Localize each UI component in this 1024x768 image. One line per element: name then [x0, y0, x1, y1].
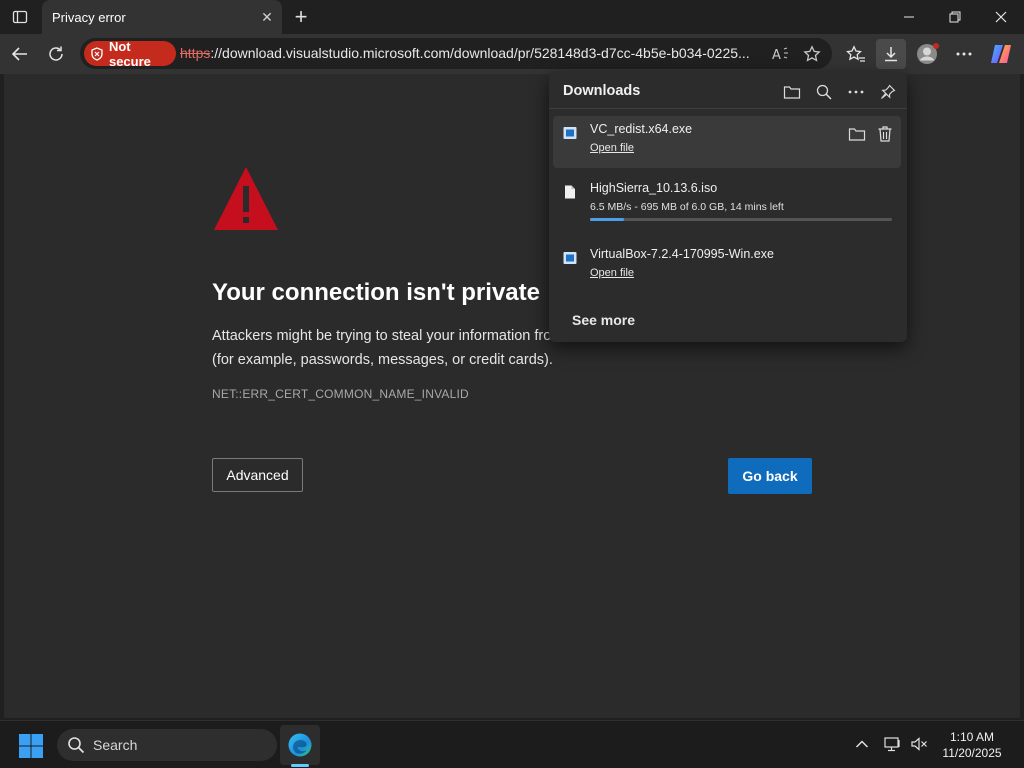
- address-bar[interactable]: Not secure https://download.visualstudio…: [80, 38, 832, 69]
- active-app-indicator: [291, 764, 309, 767]
- exe-file-icon: [563, 252, 577, 264]
- tab-privacy-error[interactable]: Privacy error ✕: [42, 0, 282, 34]
- error-code[interactable]: NET::ERR_CERT_COMMON_NAME_INVALID: [212, 387, 469, 401]
- open-file-link[interactable]: Open file: [590, 142, 634, 154]
- title-bar: Privacy error ✕ +: [0, 0, 1024, 34]
- warning-triangle-icon: [212, 164, 280, 237]
- page-title: Your connection isn't private: [212, 279, 540, 306]
- go-back-button[interactable]: Go back: [728, 458, 812, 494]
- new-tab-icon[interactable]: +: [288, 4, 314, 30]
- search-downloads-icon[interactable]: [812, 80, 836, 104]
- downloads-divider: [549, 108, 907, 109]
- refresh-icon[interactable]: [41, 39, 71, 69]
- copilot-icon[interactable]: [986, 39, 1016, 69]
- url-text[interactable]: https://download.visualstudio.microsoft.…: [180, 45, 764, 61]
- favorites-icon[interactable]: [841, 39, 871, 69]
- download-file-name: HighSierra_10.13.6.iso: [590, 181, 718, 195]
- download-file-name: VirtualBox-7.2.4-170995-Win.exe: [590, 247, 774, 261]
- downloads-flyout: Downloads VC_redist.x64.exe Open file Hi…: [549, 72, 907, 342]
- shield-warning-icon: [91, 46, 103, 61]
- url-rest: ://download.visualstudio.microsoft.com/d…: [210, 45, 750, 61]
- error-description-line-2: (for example, passwords, messages, or cr…: [212, 352, 553, 368]
- tab-actions-icon[interactable]: [6, 6, 34, 28]
- favorite-star-icon[interactable]: [799, 41, 825, 67]
- download-item-highsierra[interactable]: HighSierra_10.13.6.iso 6.5 MB/s - 695 MB…: [553, 175, 901, 227]
- system-clock[interactable]: 1:10 AM 11/20/2025: [940, 729, 1004, 761]
- exe-file-icon: [563, 127, 577, 139]
- browser-toolbar: Not secure https://download.visualstudio…: [0, 34, 1024, 74]
- windows-start-icon[interactable]: [18, 733, 44, 759]
- download-progress-status: 6.5 MB/s - 695 MB of 6.0 GB, 14 mins lef…: [590, 201, 784, 213]
- edge-taskbar-icon[interactable]: [280, 725, 320, 765]
- not-secure-label: Not secure: [108, 38, 151, 69]
- download-item-vc-redist[interactable]: VC_redist.x64.exe Open file: [553, 116, 901, 168]
- restore-icon[interactable]: [932, 0, 978, 34]
- tab-title: Privacy error: [52, 9, 126, 25]
- url-scheme: https: [180, 45, 211, 61]
- close-window-icon[interactable]: [978, 0, 1024, 34]
- file-icon: [565, 185, 575, 199]
- volume-muted-icon[interactable]: [908, 733, 930, 755]
- download-file-name: VC_redist.x64.exe: [590, 122, 693, 136]
- show-in-folder-icon[interactable]: [845, 122, 869, 146]
- minimize-icon[interactable]: [886, 0, 932, 34]
- profile-avatar-icon[interactable]: [913, 39, 943, 69]
- open-downloads-folder-icon[interactable]: [780, 80, 804, 104]
- taskbar-search[interactable]: Search: [57, 729, 277, 761]
- download-item-virtualbox[interactable]: VirtualBox-7.2.4-170995-Win.exe Open fil…: [553, 241, 901, 293]
- back-arrow-icon[interactable]: [5, 39, 35, 69]
- chevron-up-icon[interactable]: [851, 733, 873, 755]
- download-progress-bar: [590, 218, 892, 221]
- search-icon: [68, 737, 85, 754]
- read-aloud-icon[interactable]: A: [768, 41, 794, 67]
- download-progress-fill: [590, 218, 625, 221]
- not-secure-badge[interactable]: Not secure: [84, 38, 176, 69]
- clock-time: 1:10 AM: [949, 730, 995, 744]
- search-label: Search: [93, 737, 138, 753]
- delete-download-icon[interactable]: [873, 122, 897, 146]
- advanced-button[interactable]: Advanced: [212, 458, 303, 492]
- taskbar: Search 1:10 AM 11/20/2025: [0, 720, 1024, 768]
- open-file-link[interactable]: Open file: [590, 267, 634, 279]
- network-icon[interactable]: [882, 733, 904, 755]
- pin-downloads-icon[interactable]: [876, 80, 900, 104]
- clock-date: 11/20/2025: [942, 746, 1002, 760]
- more-menu-icon[interactable]: [949, 39, 979, 69]
- downloads-icon[interactable]: [876, 39, 906, 69]
- close-tab-icon[interactable]: ✕: [258, 8, 276, 26]
- svg-text:A: A: [772, 48, 781, 62]
- downloads-title: Downloads: [563, 83, 641, 99]
- see-more-link[interactable]: See more: [572, 312, 635, 328]
- downloads-more-options-icon[interactable]: [844, 80, 868, 104]
